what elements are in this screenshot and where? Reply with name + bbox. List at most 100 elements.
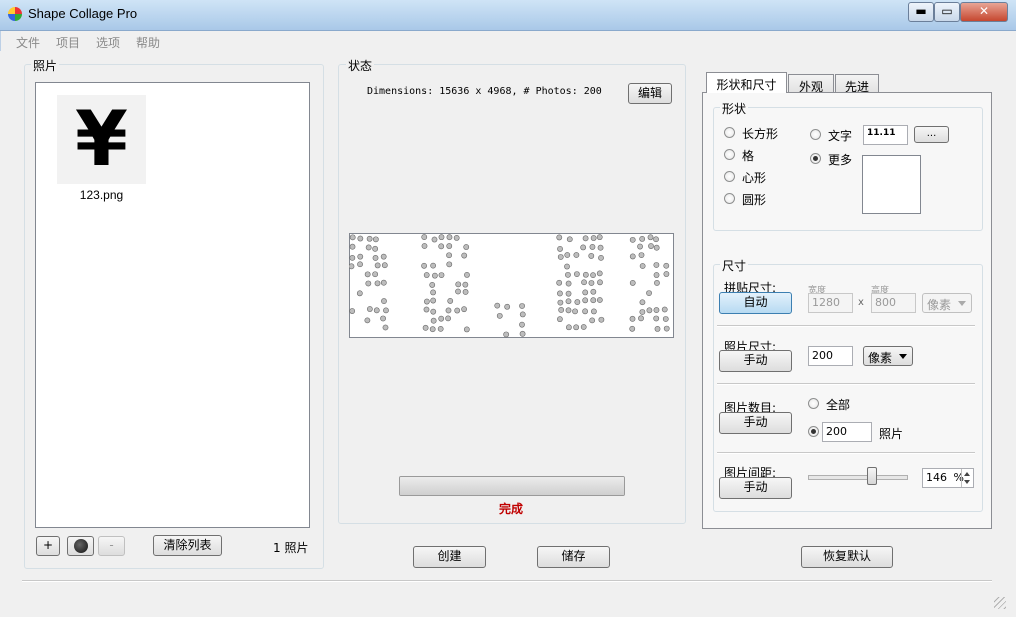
collage-photo-dot [349, 243, 356, 250]
collage-photo-dot [597, 279, 603, 286]
collage-width-input[interactable]: 1280 [808, 293, 853, 313]
collage-photo-dot [461, 252, 468, 259]
spacing-slider-thumb[interactable] [866, 467, 877, 485]
grid-label: 格 [742, 149, 755, 163]
menu-options[interactable]: 选项 [96, 34, 120, 51]
collage-photo-dot [463, 244, 470, 250]
collage-photo-dot [557, 254, 564, 260]
collage-photo-dot [646, 307, 653, 314]
clear-list-button[interactable]: 清除列表 [153, 535, 222, 556]
collage-photo-dot [422, 324, 429, 331]
collage-photo-dot [639, 263, 646, 269]
down-arrow-icon[interactable] [964, 480, 970, 484]
divider [717, 325, 975, 327]
shape-text-input[interactable]: 11.11 [863, 125, 908, 145]
collage-photo-dot [557, 316, 563, 323]
collage-photo-dot [557, 246, 563, 252]
collage-photo-dot [445, 315, 451, 322]
photo-count: 1 照片 [273, 541, 309, 555]
reset-defaults-button[interactable]: 恢复默认 [801, 546, 893, 568]
collage-photo-dot [372, 236, 379, 243]
photo-size-input[interactable]: 200 [808, 346, 853, 366]
collage-photo-dot [629, 236, 636, 243]
collage-photo-dot [519, 330, 526, 337]
collage-photo-dot [446, 252, 452, 259]
font-options-button[interactable]: ... [914, 126, 949, 143]
collage-photo-dot [421, 262, 427, 269]
collage-photo-dot [653, 244, 660, 251]
tab-appearance[interactable]: 外观 [788, 74, 834, 94]
spacing-slider-track[interactable] [808, 475, 908, 480]
shape-preview[interactable] [862, 155, 921, 214]
up-arrow-icon[interactable] [964, 472, 970, 476]
collage-unit-dropdown[interactable]: 像素 [922, 293, 972, 313]
collage-photo-dot [638, 315, 644, 322]
collage-height-input[interactable]: 800 [871, 293, 916, 313]
photo-count-manual-button[interactable]: 手动 [719, 412, 792, 434]
collage-photo-dot [596, 270, 603, 277]
collage-photo-dot [639, 309, 646, 315]
menu-file[interactable]: 文件 [16, 34, 40, 51]
tab-shape-size[interactable]: 形状和尺寸 [706, 72, 787, 93]
tab-advanced[interactable]: 先进 [835, 74, 879, 94]
collage-photo-dot [519, 321, 525, 328]
collage-photo-dot [558, 307, 565, 313]
collage-photo-dot [582, 289, 589, 296]
add-photo-button[interactable]: + [36, 536, 60, 556]
create-button[interactable]: 创建 [413, 546, 486, 568]
menu-help[interactable]: 帮助 [136, 34, 160, 51]
remove-photo-button[interactable]: - [98, 536, 125, 556]
maximize-button[interactable]: ▭ [934, 2, 960, 22]
edit-button[interactable]: 编辑 [628, 83, 672, 104]
photo-count-unit: 照片 [879, 427, 904, 441]
radio-heart[interactable] [724, 171, 735, 182]
radio-rectangle[interactable] [724, 127, 735, 138]
collage-photo-dot [374, 280, 381, 287]
chevron-down-icon [899, 354, 907, 359]
collage-photo-dot [653, 236, 659, 243]
collage-photo-dot [629, 280, 636, 286]
spacing-spinner[interactable] [961, 469, 973, 487]
close-button[interactable]: ✕ [960, 2, 1008, 22]
collage-photo-dot [573, 271, 580, 278]
photo-count-input[interactable]: 200 [822, 422, 872, 442]
radio-circle[interactable] [724, 193, 735, 204]
collage-size-auto-button[interactable]: 自动 [719, 292, 792, 314]
radio-all-photos[interactable] [808, 398, 819, 409]
collage-photo-dot [663, 262, 670, 269]
radio-grid[interactable] [724, 149, 735, 160]
collage-photo-dot [637, 243, 643, 250]
app-icon [8, 7, 22, 21]
collage-photo-dot [429, 326, 436, 333]
collage-photo-dot [349, 254, 356, 261]
collage-photo-dot [653, 272, 660, 278]
collage-photo-dot [438, 315, 445, 322]
text-label: 文字 [828, 129, 853, 143]
collage-photo-dot [648, 243, 654, 249]
collage-photo-dot [590, 235, 597, 241]
collage-photo-dot [430, 262, 437, 269]
collage-photo-dot [597, 244, 604, 251]
spacing-manual-button[interactable]: 手动 [719, 477, 792, 499]
collage-photo-dot [357, 261, 363, 268]
collage-photo-dot [589, 317, 596, 324]
add-from-web-button[interactable] [67, 536, 94, 556]
collage-photo-dot [556, 234, 563, 241]
minimize-button[interactable]: ▬ [908, 2, 934, 22]
collage-photo-dot [663, 325, 670, 332]
collage-photo-dot [654, 280, 660, 286]
chevron-down-icon [958, 301, 966, 306]
menu-project[interactable]: 项目 [56, 34, 80, 51]
rectangle-label: 长方形 [742, 127, 779, 141]
collage-photo-dot [496, 312, 503, 319]
resize-grip-icon[interactable] [994, 597, 1006, 609]
collage-photo-dot [565, 298, 572, 305]
photo-thumbnail[interactable]: ¥ [57, 95, 146, 184]
radio-photo-count[interactable] [808, 426, 819, 437]
radio-more[interactable] [810, 153, 821, 164]
radio-text[interactable] [810, 129, 821, 140]
save-button[interactable]: 储存 [537, 546, 610, 568]
photo-unit-dropdown[interactable]: 像素 [863, 346, 913, 366]
photo-size-manual-button[interactable]: 手动 [719, 350, 792, 372]
collage-photo-dot [365, 280, 372, 287]
